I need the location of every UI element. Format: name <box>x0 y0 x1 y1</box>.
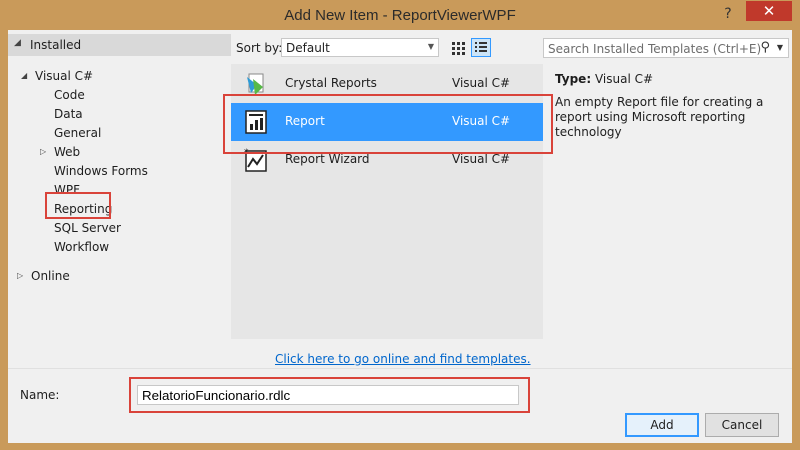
help-button[interactable]: ? <box>718 4 738 24</box>
sort-by-label: Sort by: <box>236 41 283 55</box>
grid-view-icon <box>452 42 465 55</box>
search-installed-templates-input[interactable]: Search Installed Templates (Ctrl+E) ⚲ ▼ <box>543 38 789 58</box>
list-view-button[interactable] <box>471 38 491 57</box>
tree-node-online[interactable]: ▷ Online <box>17 267 70 285</box>
template-name: Crystal Reports <box>285 76 377 90</box>
tree-label-online: Online <box>31 269 70 283</box>
online-templates-link[interactable]: Click here to go online and find templat… <box>275 352 531 366</box>
type-label: Type: <box>555 72 592 86</box>
close-button[interactable]: ✕ <box>746 1 792 21</box>
expand-arrow-icon[interactable]: ▷ <box>40 143 46 161</box>
expand-arrow-icon[interactable]: ▷ <box>17 267 23 285</box>
tree-node-installed[interactable]: ◢ Installed <box>8 34 231 56</box>
tree-label-web: Web <box>54 145 81 159</box>
report-highlight-box <box>223 94 553 154</box>
sort-by-dropdown[interactable]: Default ▼ <box>281 38 439 57</box>
template-description: An empty Report file for creating a repo… <box>555 95 764 139</box>
collapse-arrow-icon[interactable]: ◢ <box>14 38 21 48</box>
title-bar: Add New Item - ReportViewerWPF ? ✕ <box>0 0 800 30</box>
tree-label-installed: Installed <box>30 38 82 52</box>
sort-by-value: Default <box>286 41 330 55</box>
dialog-body: ◢ Installed ◢ Visual C# Code Data Genera… <box>8 30 792 443</box>
template-language: Visual C# <box>452 76 511 90</box>
add-button[interactable]: Add <box>625 413 699 437</box>
chevron-down-icon[interactable]: ▼ <box>777 43 783 52</box>
type-value: Visual C# <box>594 72 654 86</box>
collapse-arrow-icon[interactable]: ◢ <box>21 67 27 85</box>
tree-item-code[interactable]: Code <box>54 86 85 104</box>
chevron-down-icon: ▼ <box>427 42 434 51</box>
tree-item-windows-forms[interactable]: Windows Forms <box>54 162 148 180</box>
category-tree: ◢ Installed ◢ Visual C# Code Data Genera… <box>8 30 231 368</box>
tree-item-sql-server[interactable]: SQL Server <box>54 219 121 237</box>
add-new-item-dialog: Add New Item - ReportViewerWPF ? ✕ ◢ Ins… <box>0 0 800 450</box>
list-view-icon <box>475 42 487 52</box>
search-icon[interactable]: ⚲ <box>760 40 770 55</box>
grid-view-button[interactable] <box>448 38 468 57</box>
window-title: Add New Item - ReportViewerWPF <box>284 7 516 24</box>
search-placeholder: Search Installed Templates (Ctrl+E) <box>548 42 762 56</box>
tree-node-visual-csharp[interactable]: ◢ Visual C# <box>21 67 94 85</box>
template-language: Visual C# <box>452 152 511 166</box>
template-name: Report Wizard <box>285 152 370 166</box>
tree-node-web[interactable]: ▷ Web <box>40 143 81 161</box>
tree-label-visual-csharp: Visual C# <box>35 69 94 83</box>
template-type: Type: Visual C# <box>555 72 653 86</box>
reporting-highlight-box <box>45 192 111 219</box>
tree-item-workflow[interactable]: Workflow <box>54 238 109 256</box>
tree-item-data[interactable]: Data <box>54 105 83 123</box>
tree-item-general[interactable]: General <box>54 124 101 142</box>
name-panel: Name: Add Cancel <box>8 368 792 443</box>
name-highlight-box <box>129 377 530 413</box>
name-label: Name: <box>20 388 60 402</box>
cancel-button[interactable]: Cancel <box>705 413 779 437</box>
